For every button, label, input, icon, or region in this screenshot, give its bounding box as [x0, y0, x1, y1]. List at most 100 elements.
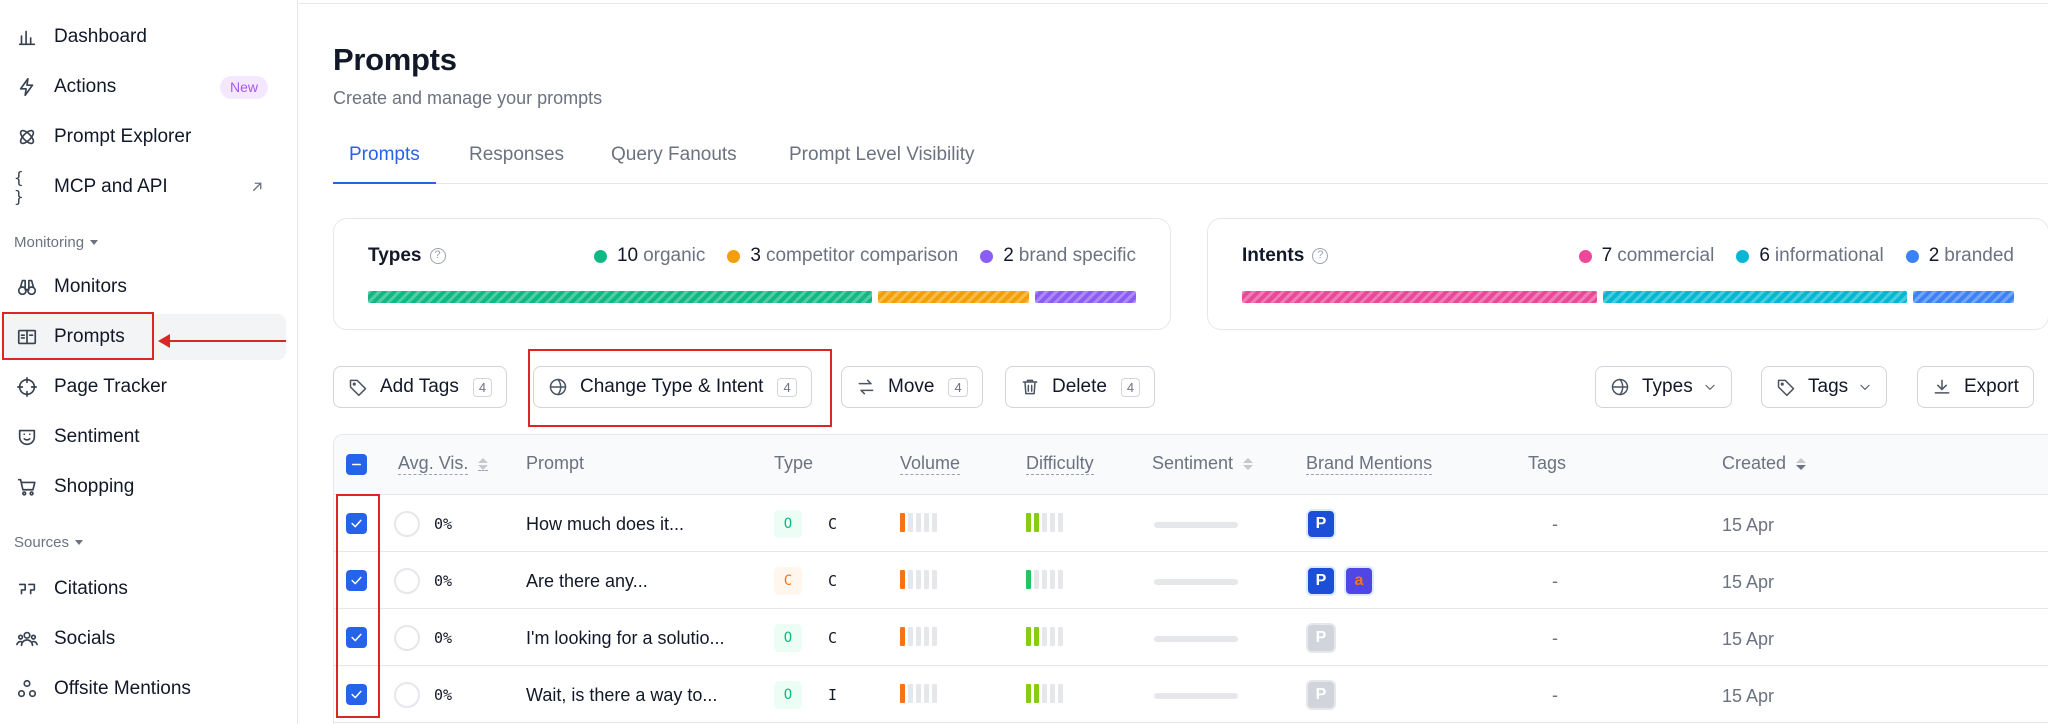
users-icon	[14, 626, 40, 652]
main-content: Prompts Create and manage your prompts P…	[299, 0, 2048, 724]
sidebar-item-socials[interactable]: Socials	[4, 616, 286, 662]
legend-count: 2	[1003, 245, 1014, 266]
help-icon[interactable]: ?	[1312, 248, 1329, 264]
legend-item: 7 commercial	[1578, 245, 1715, 267]
sidebar-item-label: Citations	[54, 578, 128, 599]
brand-mention-p-icon[interactable]: P	[1306, 566, 1336, 596]
selected-count-badge: 4	[948, 377, 968, 397]
tab-bar: Prompts Responses Query Fanouts Prompt L…	[333, 140, 2048, 184]
header-type: Type	[774, 453, 813, 474]
add-tags-button[interactable]: Add Tags 4	[333, 366, 508, 408]
tab-responses[interactable]: Responses	[453, 144, 580, 184]
volume-meter	[900, 684, 937, 703]
types-filter-button[interactable]: Types	[1595, 366, 1732, 408]
header-label: Type	[774, 453, 814, 473]
legend-item: 3 competitor comparison	[727, 245, 958, 267]
prompt-text[interactable]: Wait, is there a way to...	[526, 685, 717, 706]
header-volume: Volume	[900, 453, 961, 475]
legend-dot	[727, 249, 741, 263]
quote-icon	[14, 576, 40, 602]
sidebar-item-shopping[interactable]: Shopping	[4, 464, 286, 510]
sidebar-item-label: Offsite Mentions	[54, 678, 191, 699]
sources-section-toggle[interactable]: Sources	[14, 534, 84, 551]
type-badge: O	[774, 510, 802, 538]
button-label: Tags	[1808, 376, 1849, 397]
legend-item: 2 branded	[1905, 245, 2014, 267]
sidebar-item-sentiment[interactable]: Sentiment	[4, 414, 286, 460]
sidebar-item-label: MCP and API	[54, 176, 168, 197]
sidebar-item-prompt-explorer[interactable]: Prompt Explorer	[4, 114, 286, 160]
highlight-box-checkboxes	[336, 494, 380, 718]
table-row[interactable]: 0% Wait, is there a way to... O I P - 15…	[334, 666, 2048, 723]
intents-title: Intents?	[1242, 245, 1329, 267]
header-sentiment[interactable]: Sentiment	[1152, 453, 1254, 474]
sidebar: Dashboard Actions New Prompt Explorer { …	[0, 0, 298, 724]
brand-mention-p-icon[interactable]: P	[1306, 680, 1336, 710]
prompt-text[interactable]: How much does it...	[526, 514, 684, 535]
legend-label: competitor comparison	[765, 245, 959, 266]
sidebar-item-label: Actions	[54, 76, 117, 97]
bar-segment-branded	[1912, 291, 2014, 303]
header-label: Difficulty	[1026, 453, 1094, 475]
brand-mention-a-icon[interactable]: a	[1344, 566, 1374, 596]
visibility-ring	[394, 511, 420, 537]
move-button[interactable]: Move 4	[841, 366, 983, 408]
section-label: Monitoring	[14, 234, 85, 251]
button-label: Move	[888, 376, 935, 397]
visibility-ring	[394, 625, 420, 651]
atom-icon	[14, 124, 40, 150]
face-shield-icon	[14, 424, 40, 450]
table-row[interactable]: 0% Are there any... C C P a - 15 Apr	[334, 552, 2048, 609]
sidebar-item-label: Monitors	[54, 276, 127, 297]
sentiment-bar	[1154, 693, 1238, 699]
sentiment-bar	[1154, 522, 1238, 528]
bar-chart-icon	[14, 24, 40, 50]
help-icon[interactable]: ?	[429, 248, 446, 264]
table-row[interactable]: 0% I'm looking for a solutio... O C P - …	[334, 609, 2048, 666]
sidebar-item-offsite-mentions[interactable]: Offsite Mentions	[4, 666, 286, 712]
legend-label: commercial	[1617, 245, 1715, 266]
tab-query-fanouts[interactable]: Query Fanouts	[595, 144, 753, 184]
tags-filter-button[interactable]: Tags	[1761, 366, 1888, 408]
delete-button[interactable]: Delete 4	[1005, 366, 1156, 408]
prompt-text[interactable]: I'm looking for a solutio...	[526, 628, 725, 649]
sidebar-item-mcp-api[interactable]: { } MCP and API	[4, 164, 286, 210]
tag-icon	[349, 379, 367, 397]
header-avg-vis[interactable]: Avg. Vis.	[398, 453, 489, 475]
export-button[interactable]: Export	[1917, 366, 2034, 408]
legend-label: brand specific	[1018, 245, 1136, 266]
sidebar-item-citations[interactable]: Citations	[4, 566, 286, 612]
created-date: 15 Apr	[1722, 686, 1775, 706]
button-label: Types	[1642, 376, 1693, 397]
caret-down-icon	[75, 540, 84, 545]
difficulty-meter	[1026, 627, 1063, 646]
sidebar-item-page-tracker[interactable]: Page Tracker	[4, 364, 286, 410]
sidebar-item-dashboard[interactable]: Dashboard	[4, 14, 286, 60]
legend-count: 3	[750, 245, 761, 266]
created-date: 15 Apr	[1722, 629, 1775, 649]
sort-icon	[1796, 457, 1807, 470]
table-row[interactable]: 0% How much does it... O C P - 15 Apr	[334, 495, 2048, 552]
prompt-text[interactable]: Are there any...	[526, 571, 648, 592]
header-brand-mentions: Brand Mentions	[1306, 453, 1433, 475]
select-all-checkbox[interactable]	[346, 454, 367, 475]
tag-icon	[1777, 379, 1795, 397]
tab-prompts[interactable]: Prompts	[333, 144, 436, 184]
avg-vis-value: 0%	[434, 629, 453, 647]
header-created[interactable]: Created	[1722, 453, 1807, 474]
brand-mention-p-icon[interactable]: P	[1306, 623, 1336, 653]
intents-distribution-bar	[1242, 291, 2014, 303]
difficulty-meter	[1026, 684, 1063, 703]
sidebar-item-actions[interactable]: Actions New	[4, 64, 286, 110]
monitoring-section-toggle[interactable]: Monitoring	[14, 234, 99, 251]
brand-mention-p-icon[interactable]: P	[1306, 509, 1336, 539]
legend-dot	[593, 249, 607, 263]
header-label: Tags	[1528, 453, 1567, 473]
sidebar-item-monitors[interactable]: Monitors	[4, 264, 286, 310]
header-label: Brand Mentions	[1306, 453, 1433, 475]
sidebar-item-label: Dashboard	[54, 26, 147, 47]
tab-prompt-level-visibility[interactable]: Prompt Level Visibility	[773, 144, 991, 184]
types-card: Types? 10 organic 3 competitor comparison …	[333, 218, 1171, 330]
selected-count-badge: 4	[472, 377, 493, 397]
legend-label: branded	[1944, 245, 2014, 266]
